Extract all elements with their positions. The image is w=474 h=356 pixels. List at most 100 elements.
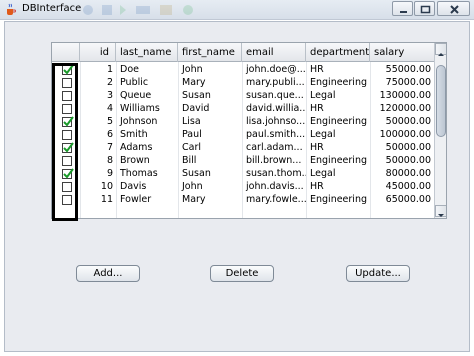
table-row[interactable]: 2 Public Mary mary.publi... Engineering 75000… <box>52 76 434 89</box>
scroll-down-button[interactable] <box>435 205 446 217</box>
cell-salary[interactable]: 55000.00 <box>370 63 434 76</box>
cell-department[interactable]: HR <box>306 63 370 76</box>
cell-first-name[interactable]: Lisa <box>178 115 242 128</box>
row-select-checkbox[interactable] <box>62 142 74 153</box>
cell-email[interactable]: bill.brown... <box>242 154 306 167</box>
cell-first-name[interactable]: Mary <box>178 193 242 206</box>
employee-table[interactable]: id last_name first_name email department… <box>51 42 447 219</box>
close-button[interactable] <box>437 1 470 16</box>
cell-id[interactable]: 7 <box>80 141 116 154</box>
table-row[interactable]: 7 Adams Carl carl.adam... HR 50000.00 <box>52 141 434 154</box>
title-bar[interactable]: DBInterface <box>0 0 474 20</box>
maximize-button[interactable] <box>414 1 435 16</box>
row-select-checkbox[interactable] <box>62 64 74 75</box>
table-row[interactable]: 4 Williams David david.willia... HR 120000.00 <box>52 102 434 115</box>
cell-last-name[interactable]: Johnson <box>116 115 178 128</box>
cell-last-name[interactable]: Doe <box>116 63 178 76</box>
table-row[interactable]: 6 Smith Paul paul.smith... Legal 100000.00 <box>52 128 434 141</box>
update-button[interactable]: Update... <box>346 265 410 282</box>
cell-email[interactable]: john.davis... <box>242 180 306 193</box>
table-row[interactable]: 10 Davis John john.davis... HR 45000.00 <box>52 180 434 193</box>
cell-first-name[interactable]: Susan <box>178 89 242 102</box>
cell-id[interactable]: 6 <box>80 128 116 141</box>
cell-department[interactable]: HR <box>306 180 370 193</box>
cell-email[interactable]: susan.thom... <box>242 167 306 180</box>
cell-id[interactable]: 3 <box>80 89 116 102</box>
cell-department[interactable]: Legal <box>306 128 370 141</box>
row-select-checkbox[interactable] <box>62 104 72 114</box>
cell-email[interactable]: mary.fowle... <box>242 193 306 206</box>
column-header-id[interactable]: id <box>80 43 116 62</box>
column-header-first-name[interactable]: first_name <box>178 43 242 62</box>
row-select-checkbox[interactable] <box>62 156 72 166</box>
row-select-checkbox[interactable] <box>62 182 72 192</box>
vertical-scrollbar[interactable] <box>434 43 446 218</box>
cell-salary[interactable]: 65000.00 <box>370 193 434 206</box>
table-row[interactable]: 8 Brown Bill bill.brown... Engineering 50000.… <box>52 154 434 167</box>
cell-first-name[interactable]: Bill <box>178 154 242 167</box>
cell-email[interactable]: susan.que... <box>242 89 306 102</box>
row-select-checkbox[interactable] <box>62 78 72 88</box>
cell-first-name[interactable]: David <box>178 102 242 115</box>
table-row[interactable]: 1 Doe John john.doe@... HR 55000.00 <box>52 63 434 76</box>
cell-salary[interactable]: 45000.00 <box>370 180 434 193</box>
cell-department[interactable]: Legal <box>306 89 370 102</box>
cell-department[interactable]: Engineering <box>306 154 370 167</box>
table-row[interactable]: 5 Johnson Lisa lisa.johnso... Engineering 500… <box>52 115 434 128</box>
column-header-select[interactable] <box>52 43 80 62</box>
cell-department[interactable]: Engineering <box>306 76 370 89</box>
cell-salary[interactable]: 50000.00 <box>370 141 434 154</box>
row-select-checkbox[interactable] <box>62 130 72 140</box>
column-header-email[interactable]: email <box>242 43 306 62</box>
cell-last-name[interactable]: Davis <box>116 180 178 193</box>
cell-id[interactable]: 8 <box>80 154 116 167</box>
column-header-salary[interactable]: salary <box>370 43 434 62</box>
cell-email[interactable]: john.doe@... <box>242 63 306 76</box>
table-row[interactable]: 11 Fowler Mary mary.fowle... Engineering 6500… <box>52 193 434 206</box>
row-select-checkbox[interactable] <box>62 195 72 205</box>
cell-first-name[interactable]: Paul <box>178 128 242 141</box>
row-select-checkbox[interactable] <box>62 116 74 127</box>
scroll-up-button[interactable] <box>435 43 446 56</box>
delete-button[interactable]: Delete <box>210 265 274 282</box>
table-row[interactable]: 3 Queue Susan susan.que... Legal 130000.00 <box>52 89 434 102</box>
cell-first-name[interactable]: Carl <box>178 141 242 154</box>
cell-department[interactable]: HR <box>306 141 370 154</box>
cell-last-name[interactable]: Smith <box>116 128 178 141</box>
cell-first-name[interactable]: Mary <box>178 76 242 89</box>
cell-last-name[interactable]: Thomas <box>116 167 178 180</box>
column-header-last-name[interactable]: last_name <box>116 43 178 62</box>
cell-email[interactable]: carl.adam... <box>242 141 306 154</box>
cell-department[interactable]: Engineering <box>306 193 370 206</box>
cell-salary[interactable]: 100000.00 <box>370 128 434 141</box>
cell-department[interactable]: HR <box>306 102 370 115</box>
cell-first-name[interactable]: John <box>178 180 242 193</box>
cell-id[interactable]: 4 <box>80 102 116 115</box>
cell-salary[interactable]: 80000.00 <box>370 167 434 180</box>
cell-id[interactable]: 1 <box>80 63 116 76</box>
cell-id[interactable]: 5 <box>80 115 116 128</box>
scroll-thumb[interactable] <box>436 65 446 137</box>
column-header-department[interactable]: department <box>306 43 370 62</box>
add-button[interactable]: Add... <box>76 265 140 282</box>
cell-salary[interactable]: 120000.00 <box>370 102 434 115</box>
cell-last-name[interactable]: Public <box>116 76 178 89</box>
cell-salary[interactable]: 50000.00 <box>370 154 434 167</box>
cell-first-name[interactable]: John <box>178 63 242 76</box>
cell-last-name[interactable]: Brown <box>116 154 178 167</box>
cell-email[interactable]: paul.smith... <box>242 128 306 141</box>
cell-id[interactable]: 11 <box>80 193 116 206</box>
cell-salary[interactable]: 75000.00 <box>370 76 434 89</box>
cell-last-name[interactable]: Adams <box>116 141 178 154</box>
cell-email[interactable]: lisa.johnso... <box>242 115 306 128</box>
cell-id[interactable]: 9 <box>80 167 116 180</box>
cell-last-name[interactable]: Fowler <box>116 193 178 206</box>
row-select-checkbox[interactable] <box>62 168 74 179</box>
cell-salary[interactable]: 130000.00 <box>370 89 434 102</box>
row-select-checkbox[interactable] <box>62 91 72 101</box>
cell-department[interactable]: Legal <box>306 167 370 180</box>
minimize-button[interactable] <box>392 1 413 16</box>
cell-email[interactable]: mary.publi... <box>242 76 306 89</box>
cell-id[interactable]: 2 <box>80 76 116 89</box>
cell-last-name[interactable]: Williams <box>116 102 178 115</box>
